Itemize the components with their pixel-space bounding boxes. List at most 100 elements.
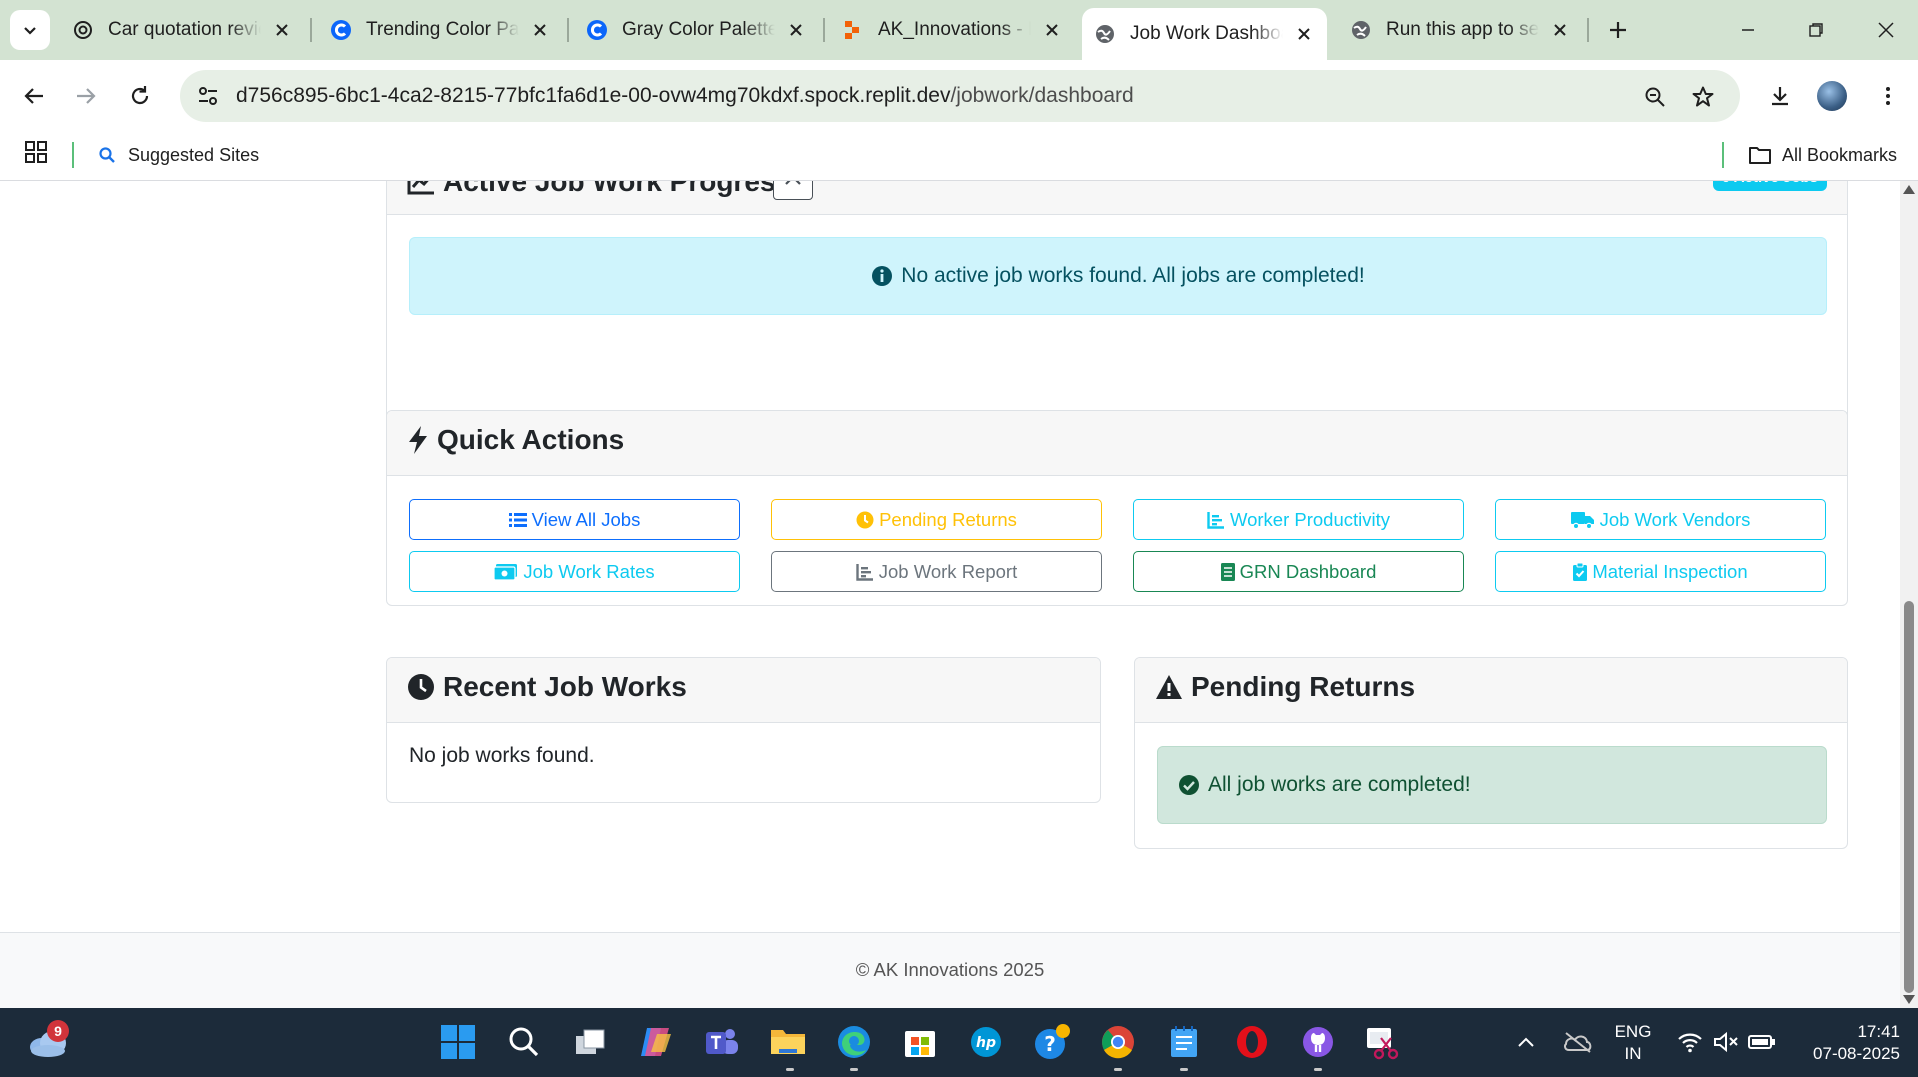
- hp-app[interactable]: hp: [966, 1022, 1006, 1062]
- all-bookmarks-button[interactable]: All Bookmarks: [1748, 140, 1897, 170]
- tab-replit[interactable]: AK_Innovations - Replit: [830, 10, 1075, 50]
- tab-separator: [567, 18, 569, 42]
- card-title-text: Active Job Work Progress: [443, 181, 792, 197]
- close-tab-icon[interactable]: [785, 19, 807, 41]
- tab-search-button[interactable]: [10, 10, 50, 50]
- bookmark-separator: [1722, 142, 1724, 168]
- folder-icon: [1749, 147, 1771, 164]
- address-bar[interactable]: d756c895-6bc1-4ca2-8215-77bfc1fa6d1e-00-…: [180, 70, 1740, 122]
- url-host: d756c895-6bc1-4ca2-8215-77bfc1fa6d1e-00-…: [236, 84, 951, 107]
- apps-grid-icon[interactable]: [24, 140, 54, 170]
- task-view-icon: [576, 1029, 605, 1054]
- tab-title: AK_Innovations - Replit: [878, 19, 1031, 40]
- close-tab-icon[interactable]: [271, 19, 293, 41]
- bookmark-label: Suggested Sites: [128, 144, 260, 165]
- get-help-app[interactable]: ?: [1032, 1022, 1072, 1062]
- downloads-button[interactable]: [1760, 76, 1800, 116]
- cloud-offline-icon: [1564, 1032, 1592, 1053]
- onedrive-tray[interactable]: [1558, 1022, 1598, 1062]
- chrome-icon: [1102, 1026, 1134, 1059]
- chrome-menu-button[interactable]: [1868, 76, 1908, 116]
- scroll-thumb[interactable]: [1904, 601, 1914, 993]
- notepad-app[interactable]: [1164, 1022, 1204, 1062]
- battery-tray[interactable]: [1742, 1022, 1782, 1062]
- edge-app[interactable]: [834, 1022, 874, 1062]
- site-info-icon[interactable]: [194, 82, 222, 110]
- search-taskbar-button[interactable]: [504, 1022, 544, 1062]
- minimize-button[interactable]: [1728, 10, 1768, 50]
- svg-text:hp: hp: [976, 1035, 996, 1051]
- card-title: Quick Actions: [407, 424, 624, 456]
- job-work-rates-button[interactable]: Job Work Rates: [409, 551, 740, 592]
- search-icon: [509, 1027, 539, 1057]
- list-icon: [508, 512, 527, 527]
- clipboard-check-icon: [1573, 562, 1588, 581]
- profile-button[interactable]: [1812, 76, 1852, 116]
- microsoft-store-app[interactable]: [900, 1022, 940, 1062]
- clock-icon: [856, 511, 874, 528]
- running-indicator: [850, 1068, 858, 1071]
- grn-dashboard-button[interactable]: GRN Dashboard: [1133, 551, 1464, 592]
- quick-actions-card: Quick Actions View All Jobs Pending Retu…: [386, 410, 1848, 606]
- clock-widget[interactable]: 17:41 07-08-2025: [1790, 1021, 1900, 1065]
- material-inspection-button[interactable]: Material Inspection: [1495, 551, 1826, 592]
- opera-app[interactable]: [1232, 1022, 1272, 1062]
- restore-button[interactable]: [1796, 10, 1836, 50]
- tab-trending-colors[interactable]: Trending Color Palettes: [318, 10, 563, 50]
- card-title: Recent Job Works: [407, 671, 687, 703]
- tab-car-quotation[interactable]: Car quotation review: [60, 10, 305, 50]
- collapse-button[interactable]: [773, 181, 813, 200]
- clock-date: 07-08-2025: [1813, 1044, 1900, 1063]
- back-button[interactable]: [14, 76, 54, 116]
- job-work-report-button[interactable]: Job Work Report: [771, 551, 1102, 592]
- pending-returns-button[interactable]: Pending Returns: [771, 499, 1102, 540]
- volume-tray[interactable]: [1706, 1022, 1746, 1062]
- chrome-app[interactable]: [1098, 1022, 1138, 1062]
- tab-title: Run this app to see: [1386, 19, 1539, 40]
- copilot-app[interactable]: [636, 1022, 676, 1062]
- folder-icon: [771, 1030, 805, 1054]
- tab-run-app[interactable]: Run this app to see: [1338, 10, 1583, 50]
- no-job-works-text: No job works found.: [409, 744, 595, 767]
- no-active-jobs-alert: No active job works found. All jobs are …: [409, 237, 1827, 315]
- tab-strip: Car quotation review Trending Color Pale…: [0, 0, 1918, 60]
- teams-app[interactable]: [702, 1022, 742, 1062]
- tab-gray-colors[interactable]: Gray Color Palettes: [574, 10, 819, 50]
- forward-button[interactable]: [66, 76, 106, 116]
- scroll-down-arrow[interactable]: [1903, 995, 1915, 1004]
- notification-badge: 9: [47, 1020, 69, 1042]
- help-icon: ?: [1035, 1024, 1070, 1059]
- copilot-icon: [641, 1028, 671, 1056]
- notepad-icon: [1171, 1026, 1197, 1057]
- url-text[interactable]: d756c895-6bc1-4ca2-8215-77bfc1fa6d1e-00-…: [236, 84, 1134, 108]
- close-tab-icon[interactable]: [1293, 23, 1315, 45]
- bookmark-star-icon[interactable]: [1688, 82, 1718, 112]
- card-title-text: Quick Actions: [437, 424, 625, 455]
- close-tab-icon[interactable]: [1041, 19, 1063, 41]
- github-app[interactable]: [1298, 1022, 1338, 1062]
- close-tab-icon[interactable]: [529, 19, 551, 41]
- tray-overflow-button[interactable]: [1506, 1022, 1546, 1062]
- network-tray[interactable]: [1670, 1022, 1710, 1062]
- bookmark-suggested-sites[interactable]: Suggested Sites: [98, 140, 259, 170]
- reload-button[interactable]: [120, 76, 160, 116]
- task-view-button[interactable]: [570, 1022, 610, 1062]
- start-button[interactable]: [438, 1022, 478, 1062]
- view-all-jobs-button[interactable]: View All Jobs: [409, 499, 740, 540]
- close-tab-icon[interactable]: [1549, 19, 1571, 41]
- language-indicator[interactable]: ENG IN: [1608, 1021, 1658, 1065]
- new-tab-button[interactable]: [1600, 12, 1636, 48]
- snipping-tool-app[interactable]: [1362, 1022, 1402, 1062]
- tab-separator: [1587, 18, 1589, 42]
- snipping-tool-icon: [1367, 1028, 1399, 1060]
- alert-text: All job works are completed!: [1208, 773, 1471, 796]
- card-header: Quick Actions: [387, 411, 1847, 476]
- scroll-up-arrow[interactable]: [1903, 185, 1915, 194]
- worker-productivity-button[interactable]: Worker Productivity: [1133, 499, 1464, 540]
- tab-job-work-dashboard[interactable]: Job Work Dashboard: [1082, 8, 1327, 60]
- page-scrollbar[interactable]: [1900, 181, 1918, 1008]
- file-explorer-app[interactable]: [768, 1022, 808, 1062]
- close-window-button[interactable]: [1866, 10, 1906, 50]
- zoom-icon[interactable]: [1640, 82, 1670, 112]
- job-work-vendors-button[interactable]: Job Work Vendors: [1495, 499, 1826, 540]
